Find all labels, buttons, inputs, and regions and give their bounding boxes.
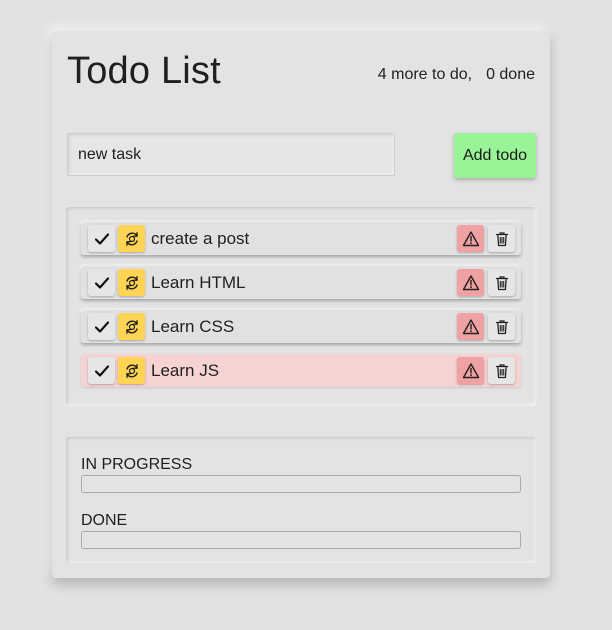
todo-item: create a post — [81, 222, 521, 255]
done-dropzone[interactable] — [81, 531, 521, 549]
todo-count: 4 more to do, — [377, 66, 473, 83]
todo-app-card: Todo List 4 more to do, 0 done Add todo c… — [52, 31, 550, 578]
todo-item: Learn HTML — [81, 266, 521, 299]
in-progress-heading: IN PROGRESS — [81, 456, 193, 473]
done-count: 0 done — [486, 66, 535, 83]
add-todo-button[interactable]: Add todo — [454, 133, 536, 178]
todo-list: create a post Learn HTML Learn CSS Learn… — [66, 207, 536, 405]
warning-icon[interactable] — [457, 313, 484, 340]
done-heading: DONE — [81, 512, 128, 529]
in-progress-dropzone[interactable] — [81, 475, 521, 493]
todo-label: Learn CSS — [151, 317, 235, 336]
trash-icon[interactable] — [488, 269, 515, 296]
trash-icon[interactable] — [488, 225, 515, 252]
app-title: Todo List — [67, 50, 221, 92]
warning-icon[interactable] — [457, 357, 484, 384]
refresh-icon[interactable] — [118, 269, 145, 296]
refresh-icon[interactable] — [118, 357, 145, 384]
todo-label: Learn HTML — [151, 273, 246, 292]
check-icon[interactable] — [88, 225, 115, 252]
status-panel: IN PROGRESS DONE — [66, 437, 536, 563]
trash-icon[interactable] — [488, 313, 515, 340]
check-icon[interactable] — [88, 357, 115, 384]
refresh-icon[interactable] — [118, 225, 145, 252]
trash-icon[interactable] — [488, 357, 515, 384]
todo-item: Learn CSS — [81, 310, 521, 343]
check-icon[interactable] — [88, 313, 115, 340]
todo-label: Learn JS — [151, 361, 220, 380]
check-icon[interactable] — [88, 269, 115, 296]
warning-icon[interactable] — [457, 225, 484, 252]
task-counter: 4 more to do, 0 done — [378, 66, 535, 84]
warning-icon[interactable] — [457, 269, 484, 296]
refresh-icon[interactable] — [118, 313, 145, 340]
new-task-input[interactable] — [67, 133, 395, 176]
todo-item-urgent: Learn JS — [81, 354, 521, 387]
todo-label: create a post — [151, 229, 250, 248]
